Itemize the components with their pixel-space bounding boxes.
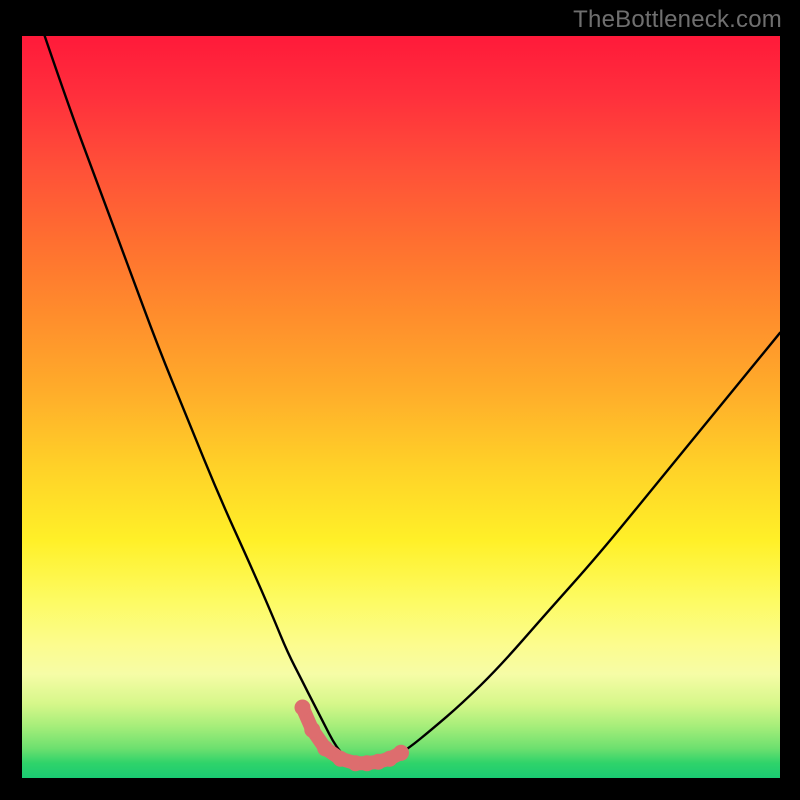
- trough-marker-dot: [304, 722, 320, 738]
- trough-marker-dot: [295, 700, 311, 716]
- trough-marker-dot: [317, 740, 333, 756]
- plot-area: [22, 36, 780, 778]
- chart-frame: TheBottleneck.com: [0, 0, 800, 800]
- watermark-text: TheBottleneck.com: [573, 6, 782, 34]
- curve-layer: [22, 36, 780, 778]
- trough-marker-dot: [332, 751, 348, 767]
- trough-markers-group: [295, 700, 410, 772]
- trough-marker-dot: [393, 745, 409, 761]
- bottleneck-curve-path: [45, 36, 780, 763]
